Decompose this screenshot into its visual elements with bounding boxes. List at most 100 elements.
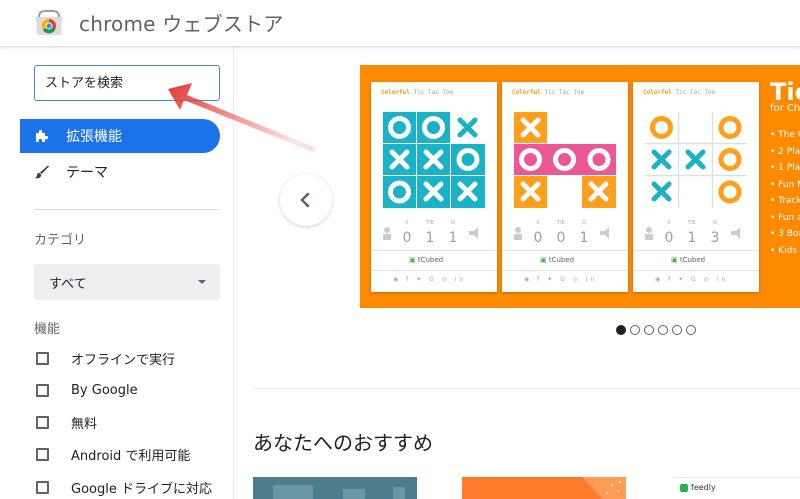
feedly-icon (680, 483, 688, 492)
feature-drive-checkbox[interactable]: Google ドライブに対応 (36, 477, 212, 497)
svg-text:O: O (713, 220, 717, 226)
list-item: • Track (770, 196, 800, 206)
carousel-pagination (616, 325, 696, 335)
feature-label: Google ドライブに対応 (71, 481, 212, 497)
promo-title: Tic (770, 78, 800, 106)
carousel-prev-button[interactable] (280, 174, 332, 226)
tile-thumbnail-icon (273, 485, 405, 499)
chrome-web-store-logo-icon[interactable] (34, 9, 64, 37)
divider (371, 250, 497, 251)
recommended-tile[interactable] (253, 477, 417, 499)
list-item: • 1 Play (770, 163, 800, 173)
card-title: Colorful Tic Tac Toe (381, 89, 454, 96)
divider (253, 388, 800, 389)
divider (371, 270, 497, 271)
svg-text:X: X (536, 220, 540, 226)
tic-tac-toe-board-icon (645, 112, 747, 208)
checkbox-icon (36, 351, 49, 365)
category-selected-value: すべて (49, 276, 87, 292)
svg-text:1: 1 (580, 230, 589, 246)
sidebar-item-extensions[interactable]: 拡張機能 (20, 119, 220, 153)
score-row: X TIE O 0 0 1 (510, 218, 620, 248)
recommended-tile[interactable] (462, 477, 626, 499)
svg-text:TIE: TIE (556, 220, 565, 226)
list-item: • Kids L (770, 245, 800, 256)
divider (633, 250, 759, 251)
svg-text:0: 0 (557, 230, 566, 246)
feature-by-google-checkbox[interactable]: By Google (36, 380, 138, 400)
svg-text:1: 1 (449, 230, 458, 246)
carousel-dot[interactable] (658, 325, 668, 335)
checkbox-icon (36, 447, 49, 461)
game-card: Colorful Tic Tac Toe X TIE O 0 1 1 ▣ tCu… (371, 82, 497, 292)
feedly-logo: feedly (680, 483, 716, 492)
list-item: • 3 Boa (770, 229, 800, 239)
recommended-tile[interactable]: feedly (672, 477, 800, 499)
feature-android-checkbox[interactable]: Android で利用可能 (36, 444, 190, 464)
recommended-heading: あなたへのおすすめ (253, 431, 433, 455)
svg-text:TIE: TIE (425, 220, 434, 226)
divider (633, 270, 759, 271)
list-item: • Fun M (770, 179, 800, 190)
score-row: X TIE O 0 1 1 (379, 218, 489, 248)
svg-text:0: 0 (665, 230, 674, 246)
svg-text:1: 1 (426, 230, 435, 246)
puzzle-icon (36, 129, 49, 142)
category-select[interactable]: すべて (34, 264, 220, 300)
chevron-left-icon (300, 192, 310, 208)
svg-text:O: O (582, 220, 586, 226)
sidebar-item-label: テーマ (66, 165, 108, 181)
feature-offline-checkbox[interactable]: オフラインで実行 (36, 348, 175, 368)
checkbox-icon (36, 480, 49, 494)
feature-free-checkbox[interactable]: 無料 (36, 412, 97, 432)
card-title: Colorful Tic Tac Toe (512, 89, 585, 96)
game-card: Colorful Tic Tac Toe X TIE O (502, 82, 628, 292)
carousel-dot[interactable] (644, 325, 654, 335)
tcubed-logo: ▣ tCubed (671, 256, 706, 264)
game-card: Colorful Tic Tac Toe X TIE O (633, 82, 759, 292)
list-item: • The C (770, 130, 800, 140)
carousel-dot[interactable] (686, 325, 696, 335)
caret-down-icon (198, 280, 206, 284)
divider (502, 270, 628, 271)
tic-tac-toe-board-icon (383, 112, 485, 208)
divider (34, 209, 220, 210)
checkbox-icon (36, 383, 49, 397)
promo-feature-list: • The C • 2 Play • 1 Play • Fun M • Trac… (770, 127, 800, 259)
tile-thumbnail-icon (582, 477, 626, 499)
sidebar-item-label: 拡張機能 (66, 129, 122, 145)
score-row: X TIE O 0 1 3 (641, 218, 751, 248)
feature-label: Android で利用可能 (71, 448, 191, 464)
social-icons: ◉ f ✦ G ◎ in (393, 276, 467, 283)
card-title: Colorful Tic Tac Toe (643, 89, 716, 96)
svg-text:X: X (405, 220, 409, 226)
featured-carousel-banner[interactable]: Colorful Tic Tac Toe X TIE O 0 1 1 ▣ tCu… (360, 65, 800, 308)
svg-text:TIE: TIE (687, 220, 696, 226)
tcubed-logo: ▣ tCubed (540, 256, 575, 264)
social-icons: ◉ f ✦ G ◎ in (655, 276, 729, 283)
feature-label: 無料 (71, 416, 98, 432)
features-heading: 機能 (34, 322, 61, 337)
checkbox-icon (36, 415, 49, 429)
divider (502, 250, 628, 251)
svg-text:O: O (451, 220, 455, 226)
brush-icon (35, 165, 49, 179)
header: chrome ウェブストア (0, 0, 800, 46)
carousel-dot[interactable] (672, 325, 682, 335)
search-input[interactable] (34, 65, 220, 101)
svg-text:X: X (667, 220, 671, 226)
svg-text:0: 0 (534, 230, 543, 246)
sidebar-item-themes[interactable]: テーマ (20, 155, 220, 189)
sidebar: 拡張機能 テーマ カテゴリ すべて 機能 オフラインで実行 By Google … (0, 46, 234, 499)
brand-title[interactable]: chrome ウェブストア (79, 8, 283, 37)
feature-label: オフラインで実行 (71, 352, 176, 368)
list-item: • Fun a (770, 212, 800, 223)
carousel-dot[interactable] (630, 325, 640, 335)
feature-label: By Google (71, 382, 138, 398)
carousel-dot[interactable] (616, 325, 626, 335)
svg-text:1: 1 (688, 230, 697, 246)
category-heading: カテゴリ (34, 233, 87, 248)
list-item: • 2 Play (770, 146, 800, 157)
svg-text:3: 3 (711, 230, 720, 246)
tic-tac-toe-board-icon (514, 112, 616, 208)
